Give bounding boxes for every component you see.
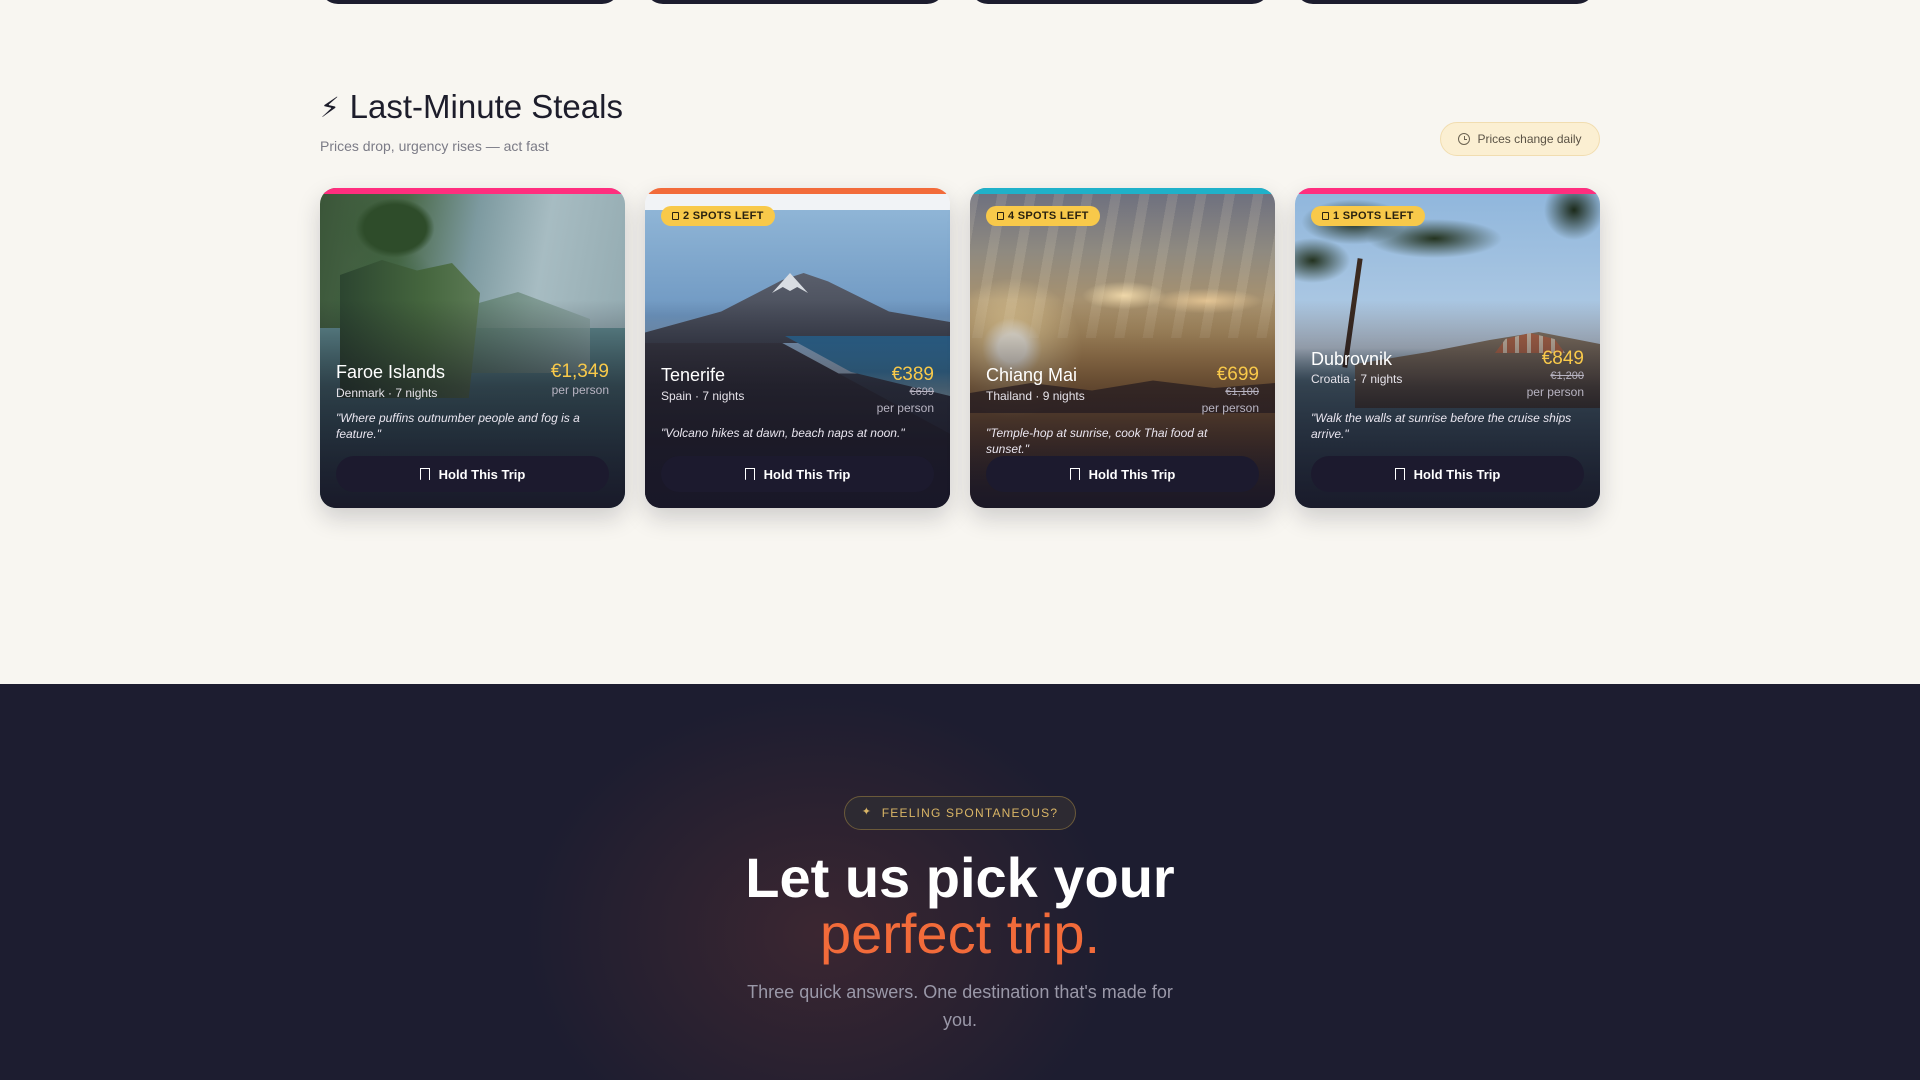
spots-left-label: 1 SPOTS LEFT (1333, 210, 1414, 222)
prices-change-badge: Prices change daily (1440, 122, 1600, 156)
destination-meta: Croatia · 7 nights (1311, 372, 1403, 386)
destination-quote: "Where puffins outnumber people and fog … (336, 411, 580, 441)
spots-icon (997, 212, 1004, 220)
destination-quote: "Temple-hop at sunrise, cook Thai food a… (986, 426, 1208, 456)
section-subtitle: Prices drop, urgency rises — act fast (320, 138, 549, 154)
per-person-label: per person (876, 401, 934, 415)
deal-price: €849 (1541, 348, 1584, 369)
prices-change-label: Prices change daily (1477, 132, 1582, 146)
destination-meta: Thailand · 9 nights (986, 389, 1085, 403)
cta-headline-line1: Let us pick your (745, 846, 1175, 909)
feeling-spontaneous-label: FEELING SPONTANEOUS? (881, 806, 1059, 820)
card-accent-bar (1295, 188, 1600, 194)
hold-trip-label: Hold This Trip (1413, 466, 1501, 482)
bookmark-icon (744, 468, 755, 481)
previous-card-bottom (320, 0, 620, 4)
previous-card-bottom (1295, 0, 1595, 4)
per-person-label: per person (1201, 401, 1259, 415)
hold-trip-button[interactable]: Hold This Trip (336, 456, 609, 492)
per-person-label: per person (1526, 385, 1584, 399)
original-price: €1,100 (1225, 386, 1259, 398)
card-accent-bar (320, 188, 625, 194)
cta-subtext: Three quick answers. One destination tha… (747, 982, 1173, 1030)
bookmark-icon (1394, 468, 1405, 481)
original-price: €699 (909, 386, 934, 398)
hold-trip-button[interactable]: Hold This Trip (661, 456, 934, 492)
original-price: €1,200 (1550, 370, 1584, 382)
hold-trip-label: Hold This Trip (763, 466, 851, 482)
deal-card-chiang-mai[interactable]: 4 SPOTS LEFT Chiang Mai Thailand · 9 nig… (970, 188, 1275, 508)
destination-meta: Denmark · 7 nights (336, 386, 438, 400)
previous-card-row (320, 0, 1600, 6)
section-title-text: Last-Minute Steals (349, 88, 623, 125)
lightning-bolt-icon: ⚡︎ (320, 91, 340, 123)
deal-price: €389 (891, 364, 934, 385)
destination-name: Faroe Islands (336, 362, 446, 382)
hold-trip-button[interactable]: Hold This Trip (986, 456, 1259, 492)
destination-meta: Spain · 7 nights (661, 389, 745, 403)
destination-name: Chiang Mai (986, 365, 1078, 385)
card-accent-bar (970, 188, 1275, 194)
deal-card-dubrovnik[interactable]: 1 SPOTS LEFT Dubrovnik Croatia · 7 night… (1295, 188, 1600, 508)
destination-quote: "Volcano hikes at dawn, beach naps at no… (661, 426, 905, 440)
spots-left-badge: 4 SPOTS LEFT (986, 206, 1100, 226)
deal-card-tenerife[interactable]: 2 SPOTS LEFT Tenerife Spain · 7 nights €… (645, 188, 950, 508)
deal-price: €1,349 (550, 361, 609, 382)
spots-left-label: 2 SPOTS LEFT (683, 210, 764, 222)
spots-left-label: 4 SPOTS LEFT (1008, 210, 1089, 222)
feeling-spontaneous-badge: FEELING SPONTANEOUS? (844, 796, 1076, 830)
previous-card-bottom (970, 0, 1270, 4)
deal-card-faroe-islands[interactable]: Faroe Islands Denmark · 7 nights €1,349 … (320, 188, 625, 508)
deal-price: €699 (1216, 364, 1259, 385)
destination-quote: "Walk the walls at sunrise before the cr… (1311, 411, 1572, 441)
per-person-label: per person (551, 383, 609, 397)
spots-left-badge: 1 SPOTS LEFT (1311, 206, 1425, 226)
sparkle-icon (862, 805, 874, 819)
spots-icon (672, 212, 679, 220)
spots-left-badge: 2 SPOTS LEFT (661, 206, 775, 226)
hold-trip-button[interactable]: Hold This Trip (1311, 456, 1584, 492)
destination-name: Dubrovnik (1311, 349, 1393, 369)
card-accent-bar (645, 188, 950, 194)
hold-trip-label: Hold This Trip (1088, 466, 1176, 482)
destination-name: Tenerife (661, 365, 726, 385)
hold-trip-label: Hold This Trip (438, 466, 526, 482)
clock-icon (1458, 133, 1471, 145)
cta-headline-line2: perfect trip. (819, 902, 1101, 965)
section-title: ⚡︎ Last-Minute Steals (320, 88, 623, 126)
bookmark-icon (1069, 468, 1080, 481)
bookmark-icon (419, 468, 430, 481)
previous-card-bottom (645, 0, 945, 4)
spots-icon (1322, 212, 1329, 220)
